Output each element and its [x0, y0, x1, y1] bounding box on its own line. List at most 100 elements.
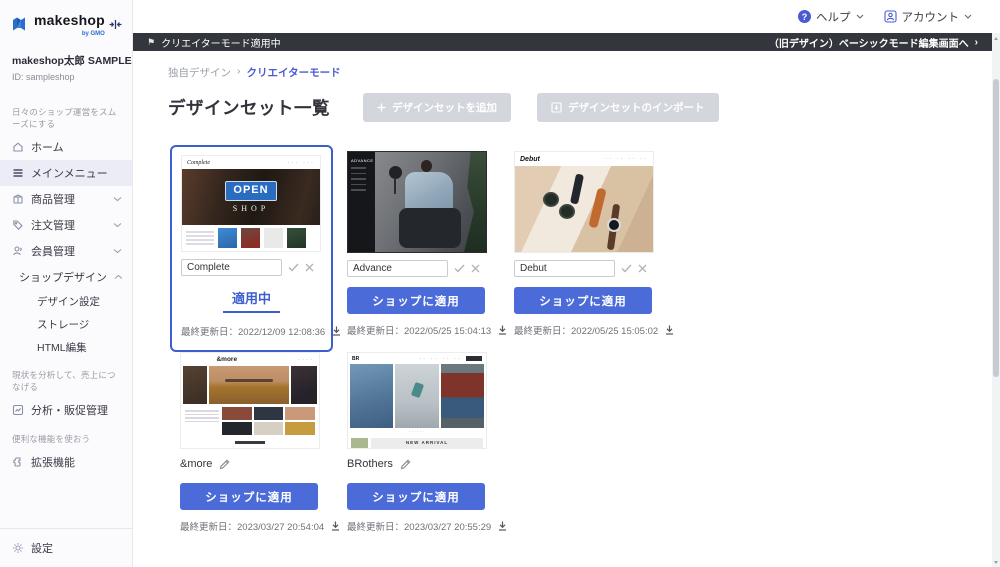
shop-block: makeshop太郎 SAMPLE ID: sampleshop	[0, 43, 132, 82]
last-updated-label: 最終更新日：2022/05/25 15:04:13	[347, 326, 492, 337]
cancel-name-icon[interactable]	[638, 264, 647, 273]
content: 独自デザイン › クリエイターモード デザインセット一覧 デザインセットを追加 …	[133, 51, 992, 567]
chevron-down-icon	[964, 14, 972, 19]
order-tag-icon	[13, 220, 23, 230]
confirm-name-icon[interactable]	[621, 264, 632, 273]
home-icon	[13, 142, 23, 152]
page-title: デザインセット一覧	[168, 98, 330, 118]
cancel-name-icon[interactable]	[305, 263, 314, 272]
breadcrumb: 独自デザイン › クリエイターモード	[168, 65, 992, 80]
design-thumbnail-complete[interactable]: Complete ··· ··· OPEN SHOP	[181, 155, 321, 252]
logo-row: makeshop by GMO	[0, 0, 132, 43]
main-area: ? ヘルプ アカウント ⚑ クリエイターモード適用中 （旧デザイン）ベーシックモ…	[133, 0, 1000, 567]
account-icon	[883, 10, 897, 23]
last-updated-label: 最終更新日：2022/12/09 12:08:36	[181, 327, 326, 338]
help-icon: ?	[798, 10, 811, 23]
sidebar-item-extensions[interactable]: 拡張機能	[0, 449, 132, 475]
apply-to-shop-button[interactable]: ショップに適用	[180, 483, 318, 510]
sidebar-nav: 日々のショップ運営をスムーズにする ホーム メインメニュー 商品管理 注文管理 …	[0, 82, 132, 528]
sidebar-item-home[interactable]: ホーム	[0, 134, 132, 160]
design-card-complete[interactable]: Complete··· ··· OPEN SHOP 適用中 最終更新日：2022…	[170, 145, 341, 352]
last-updated-label: 最終更新日：2023/03/27 20:54:04	[180, 522, 325, 533]
sidebar-subitem-design-settings[interactable]: デザイン設定	[0, 290, 132, 313]
flag-icon: ⚑	[147, 36, 156, 47]
chevron-down-icon	[113, 197, 122, 202]
design-card-brothers[interactable]: BR ·· ·· ·· ·· ······ NEW ARRIVAL BRother…	[347, 352, 507, 533]
makeshop-logo-icon	[13, 17, 25, 31]
breadcrumb-current: クリエイターモード	[246, 67, 341, 79]
top-bar: ? ヘルプ アカウント	[133, 0, 1000, 33]
chevron-right-icon: ›	[974, 36, 978, 48]
brand-name: makeshop	[34, 12, 105, 28]
download-icon[interactable]	[331, 521, 340, 531]
brand-byline: by GMO	[81, 31, 105, 37]
import-icon	[551, 102, 562, 113]
menu-icon	[13, 169, 23, 177]
add-design-set-button[interactable]: デザインセットを追加	[363, 93, 511, 122]
download-icon[interactable]	[665, 325, 674, 335]
import-design-set-button[interactable]: デザインセットのインポート	[537, 93, 719, 122]
sidebar-item-main-menu[interactable]: メインメニュー	[0, 160, 132, 186]
design-name-input[interactable]	[181, 259, 282, 276]
chevron-up-icon	[114, 274, 123, 279]
download-icon[interactable]	[332, 326, 341, 336]
chevron-down-icon	[856, 14, 863, 19]
download-icon[interactable]	[498, 521, 507, 531]
scrollbar-thumb[interactable]	[993, 79, 999, 377]
help-menu[interactable]: ? ヘルプ	[798, 9, 864, 25]
sidebar: makeshop by GMO makeshop太郎 SAMPLE ID: sa…	[0, 0, 133, 567]
sidebar-item-products[interactable]: 商品管理	[0, 186, 132, 212]
edit-name-icon[interactable]	[400, 459, 411, 470]
edit-name-icon[interactable]	[219, 459, 230, 470]
nav-section-useful: 便利な機能を使おう	[12, 434, 91, 444]
confirm-name-icon[interactable]	[454, 264, 465, 273]
scroll-down-button[interactable]	[992, 557, 1000, 567]
breadcrumb-separator: ›	[237, 65, 241, 77]
sidebar-subitem-storage[interactable]: ストレージ	[0, 313, 132, 336]
open-sign: OPEN	[225, 181, 277, 201]
sidebar-item-shop-design[interactable]: ショップデザイン	[0, 264, 132, 290]
gear-icon	[13, 543, 23, 553]
design-thumbnail-debut[interactable]: Debut ·· ·· ·· ··	[514, 151, 654, 253]
design-card-more[interactable]: &more ···· &more ショップに適用 最終更新日：2023/03/27…	[180, 352, 340, 533]
title-row: デザインセット一覧 デザインセットを追加 デザインセットのインポート	[168, 93, 992, 122]
sidebar-subitem-html-edit[interactable]: HTML編集	[0, 336, 132, 359]
puzzle-icon	[13, 457, 21, 467]
nav-section-analyze: 現状を分析して、売上につなげる	[12, 370, 116, 392]
design-thumbnail-brothers[interactable]: BR ·· ·· ·· ·· ······ NEW ARRIVAL	[347, 352, 487, 449]
design-name-label: BRothers	[347, 458, 393, 470]
applied-status-badge[interactable]: 適用中	[222, 288, 280, 313]
scroll-up-button[interactable]	[992, 33, 1000, 43]
nav-section-daily: 日々のショップ運営をスムーズにする	[12, 107, 117, 129]
analytics-chart-icon	[12, 404, 24, 416]
design-name-input[interactable]	[347, 260, 448, 277]
apply-to-shop-button[interactable]: ショップに適用	[347, 483, 485, 510]
last-updated-label: 最終更新日：2022/05/25 15:05:02	[514, 326, 659, 337]
plus-icon	[377, 103, 386, 112]
apply-to-shop-button[interactable]: ショップに適用	[347, 287, 485, 314]
design-name-input[interactable]	[514, 260, 615, 277]
confirm-name-icon[interactable]	[288, 263, 299, 272]
mode-bar: ⚑ クリエイターモード適用中 （旧デザイン）ベーシックモード編集画面へ ›	[133, 33, 992, 51]
basic-mode-link[interactable]: （旧デザイン）ベーシックモード編集画面へ ›	[769, 35, 978, 50]
design-thumbnail-more[interactable]: &more ····	[180, 352, 320, 449]
sidebar-item-members[interactable]: 会員管理	[0, 238, 132, 264]
design-card-debut[interactable]: Debut·· ·· ·· ·· ショップに適用 最終更新日：2022/05/2…	[514, 151, 674, 337]
account-menu[interactable]: アカウント	[883, 9, 973, 25]
last-updated-label: 最終更新日：2023/03/27 20:55:29	[347, 522, 492, 533]
cancel-name-icon[interactable]	[471, 264, 480, 273]
design-thumbnail-advance[interactable]: ADVANCE	[347, 151, 487, 253]
sidebar-collapse-icon[interactable]	[109, 19, 122, 30]
apply-to-shop-button[interactable]: ショップに適用	[514, 287, 652, 314]
sidebar-item-analytics[interactable]: 分析・販促管理	[0, 397, 132, 423]
sidebar-item-orders[interactable]: 注文管理	[0, 212, 132, 238]
mode-status: ⚑ クリエイターモード適用中	[147, 36, 281, 50]
chevron-down-icon	[113, 249, 122, 254]
member-person-icon	[13, 246, 22, 256]
design-card-advance[interactable]: ADVANCE ショップに適用 最終更新日：2022/05/25 15:04:1…	[347, 151, 507, 337]
product-box-icon	[13, 194, 23, 204]
sidebar-item-settings[interactable]: 設定	[0, 528, 132, 567]
vertical-scrollbar[interactable]	[992, 33, 1000, 567]
download-icon[interactable]	[498, 325, 507, 335]
breadcrumb-parent[interactable]: 独自デザイン	[168, 65, 231, 80]
